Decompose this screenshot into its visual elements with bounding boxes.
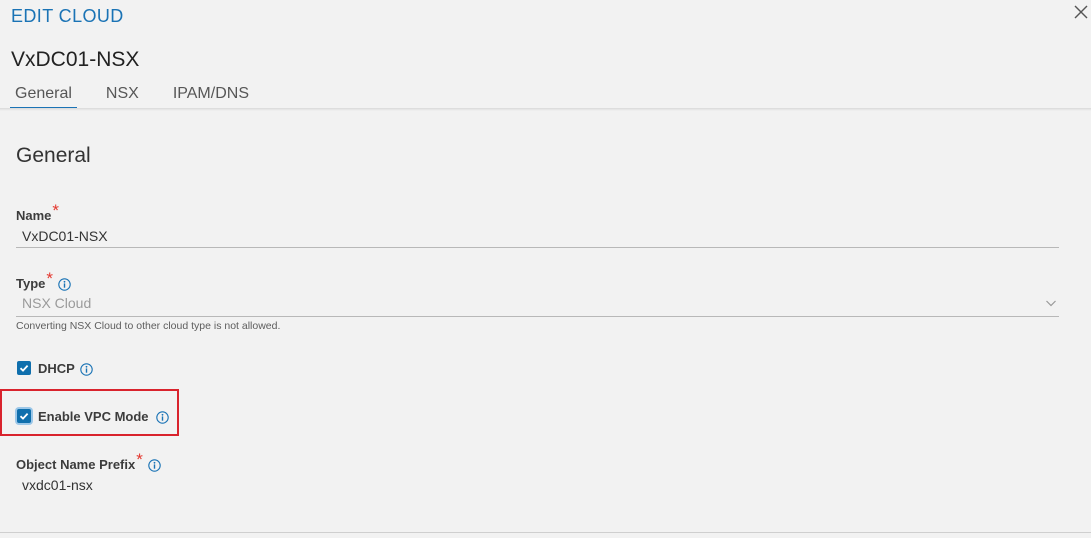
close-button[interactable] [1072,3,1090,21]
close-icon [1074,5,1088,19]
tab-nsx[interactable]: NSX [101,84,144,108]
chevron-down-icon [1046,300,1056,307]
dialog-title: EDIT CLOUD [11,6,124,26]
type-label-text: Type [16,275,46,291]
object-name-prefix-label: Object Name Prefix * [16,450,161,474]
required-marker: * [136,450,143,469]
info-icon[interactable] [155,411,169,424]
type-helper-text: Converting NSX Cloud to other cloud type… [16,320,281,332]
required-marker: * [46,269,54,288]
name-input[interactable]: VxDC01-NSX [22,228,108,244]
info-icon[interactable] [148,458,161,472]
object-name-prefix-input[interactable]: vxdc01-nsx [22,477,93,493]
type-label: Type * [16,269,71,293]
vpc-mode-label: Enable VPC Mode [38,409,169,424]
checkmark-icon [19,412,29,420]
dhcp-label-text: DHCP [38,361,75,376]
info-icon[interactable] [80,363,93,376]
object-name-prefix-label-text: Object Name Prefix [16,456,136,472]
footer-divider [0,532,1091,533]
info-icon[interactable] [58,277,71,291]
tab-ipam-dns[interactable]: IPAM/DNS [168,84,254,108]
name-label-text: Name [16,207,52,223]
vpc-mode-label-text: Enable VPC Mode [38,409,149,424]
dialog-header: EDIT CLOUD VxDC01-NSX General NSX IPAM/D… [0,0,1091,110]
type-select-underline [16,316,1059,317]
type-select[interactable]: NSX Cloud [22,295,91,311]
name-input-underline [16,247,1059,248]
section-title: General [16,144,91,167]
header-divider [0,108,1091,111]
vpc-mode-checkbox[interactable] [17,409,31,423]
tab-general[interactable]: General [10,84,77,110]
cloud-name-heading: VxDC01-NSX [11,48,140,71]
dhcp-label: DHCP [38,361,93,376]
required-marker: * [52,201,60,220]
dhcp-checkbox[interactable] [17,361,31,375]
name-label: Name * [16,201,59,225]
tab-bar: General NSX IPAM/DNS [10,84,278,110]
checkmark-icon [19,364,29,372]
